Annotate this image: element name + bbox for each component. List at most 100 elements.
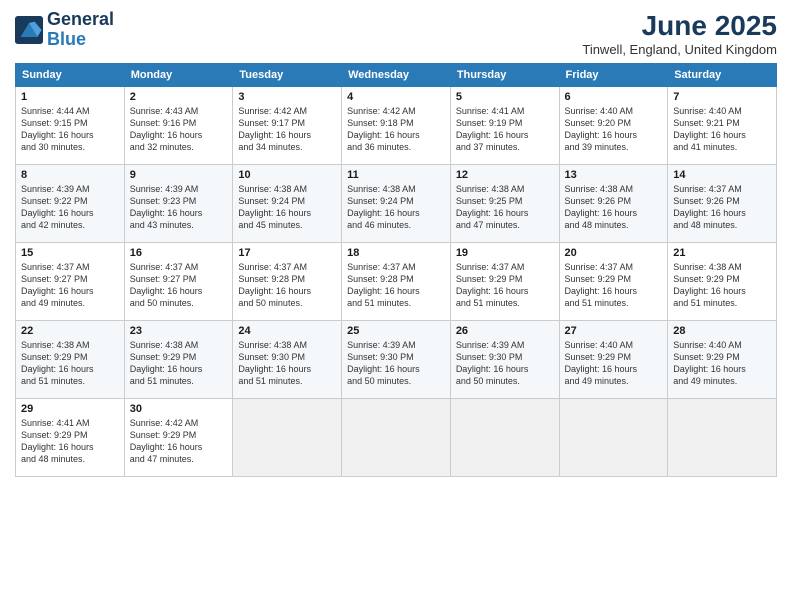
day-number: 3 <box>238 91 336 103</box>
calendar-cell: 15Sunrise: 4:37 AM Sunset: 9:27 PM Dayli… <box>16 243 125 321</box>
day-info: Sunrise: 4:38 AM Sunset: 9:26 PM Dayligh… <box>565 183 663 232</box>
calendar-cell: 3 Sunrise: 4:42 AM Sunset: 9:17 PM Daylig… <box>233 87 342 165</box>
week-row-3: 15Sunrise: 4:37 AM Sunset: 9:27 PM Dayli… <box>16 243 777 321</box>
day-info: Sunrise: 4:40 AM Sunset: 9:29 PM Dayligh… <box>565 339 663 388</box>
calendar-cell: 24 Sunrise: 4:38 AM Sunset: 9:30 PM Dayli… <box>233 321 342 399</box>
day-number: 10 <box>238 169 336 181</box>
calendar-cell: 21 Sunrise: 4:38 AM Sunset: 9:29 PM Dayli… <box>668 243 777 321</box>
calendar-cell: 10 Sunrise: 4:38 AM Sunset: 9:24 PM Dayli… <box>233 165 342 243</box>
day-info: Sunrise: 4:40 AM Sunset: 9:29 PM Dayligh… <box>673 339 771 388</box>
day-number: 26 <box>456 325 554 337</box>
calendar-cell: 6Sunrise: 4:40 AM Sunset: 9:20 PM Daylig… <box>559 87 668 165</box>
calendar-cell <box>342 399 451 477</box>
day-number: 19 <box>456 247 554 259</box>
calendar-cell: 16 Sunrise: 4:37 AM Sunset: 9:27 PM Dayli… <box>124 243 233 321</box>
logo-text: General Blue <box>47 10 114 50</box>
calendar-cell <box>233 399 342 477</box>
day-number: 28 <box>673 325 771 337</box>
weekday-header-monday: Monday <box>124 64 233 87</box>
day-info: Sunrise: 4:38 AM Sunset: 9:29 PM Dayligh… <box>21 339 119 388</box>
day-number: 5 <box>456 91 554 103</box>
day-info: Sunrise: 4:39 AM Sunset: 9:22 PM Dayligh… <box>21 183 119 232</box>
calendar-cell: 17Sunrise: 4:37 AM Sunset: 9:28 PM Dayli… <box>233 243 342 321</box>
calendar-cell: 19Sunrise: 4:37 AM Sunset: 9:29 PM Dayli… <box>450 243 559 321</box>
calendar-cell: 26 Sunrise: 4:39 AM Sunset: 9:30 PM Dayli… <box>450 321 559 399</box>
day-number: 30 <box>130 403 228 415</box>
day-info: Sunrise: 4:42 AM Sunset: 9:18 PM Dayligh… <box>347 105 445 154</box>
day-number: 25 <box>347 325 445 337</box>
day-info: Sunrise: 4:38 AM Sunset: 9:29 PM Dayligh… <box>130 339 228 388</box>
day-info: Sunrise: 4:42 AM Sunset: 9:17 PM Dayligh… <box>238 105 336 154</box>
week-row-4: 22 Sunrise: 4:38 AM Sunset: 9:29 PM Dayli… <box>16 321 777 399</box>
calendar-cell: 20Sunrise: 4:37 AM Sunset: 9:29 PM Dayli… <box>559 243 668 321</box>
weekday-header-wednesday: Wednesday <box>342 64 451 87</box>
calendar-cell: 13 Sunrise: 4:38 AM Sunset: 9:26 PM Dayli… <box>559 165 668 243</box>
location: Tinwell, England, United Kingdom <box>582 42 777 57</box>
calendar-cell: 14Sunrise: 4:37 AM Sunset: 9:26 PM Dayli… <box>668 165 777 243</box>
day-info: Sunrise: 4:38 AM Sunset: 9:24 PM Dayligh… <box>347 183 445 232</box>
day-info: Sunrise: 4:41 AM Sunset: 9:19 PM Dayligh… <box>456 105 554 154</box>
calendar-cell: 30 Sunrise: 4:42 AM Sunset: 9:29 PM Dayli… <box>124 399 233 477</box>
day-info: Sunrise: 4:38 AM Sunset: 9:30 PM Dayligh… <box>238 339 336 388</box>
week-row-1: 1 Sunrise: 4:44 AM Sunset: 9:15 PM Daylig… <box>16 87 777 165</box>
calendar-cell: 1 Sunrise: 4:44 AM Sunset: 9:15 PM Daylig… <box>16 87 125 165</box>
day-number: 21 <box>673 247 771 259</box>
day-info: Sunrise: 4:37 AM Sunset: 9:29 PM Dayligh… <box>565 261 663 310</box>
calendar-cell: 11 Sunrise: 4:38 AM Sunset: 9:24 PM Dayli… <box>342 165 451 243</box>
calendar-cell: 22 Sunrise: 4:38 AM Sunset: 9:29 PM Dayli… <box>16 321 125 399</box>
weekday-header-thursday: Thursday <box>450 64 559 87</box>
day-number: 22 <box>21 325 119 337</box>
day-info: Sunrise: 4:42 AM Sunset: 9:29 PM Dayligh… <box>130 417 228 466</box>
calendar-cell: 29Sunrise: 4:41 AM Sunset: 9:29 PM Dayli… <box>16 399 125 477</box>
day-number: 4 <box>347 91 445 103</box>
day-info: Sunrise: 4:40 AM Sunset: 9:20 PM Dayligh… <box>565 105 663 154</box>
day-info: Sunrise: 4:39 AM Sunset: 9:30 PM Dayligh… <box>456 339 554 388</box>
weekday-header-friday: Friday <box>559 64 668 87</box>
calendar-cell: 28 Sunrise: 4:40 AM Sunset: 9:29 PM Dayli… <box>668 321 777 399</box>
day-number: 17 <box>238 247 336 259</box>
calendar-cell: 5 Sunrise: 4:41 AM Sunset: 9:19 PM Daylig… <box>450 87 559 165</box>
logo-icon <box>15 16 43 44</box>
day-number: 13 <box>565 169 663 181</box>
day-number: 16 <box>130 247 228 259</box>
calendar-cell: 23 Sunrise: 4:38 AM Sunset: 9:29 PM Dayli… <box>124 321 233 399</box>
day-number: 11 <box>347 169 445 181</box>
calendar-cell <box>559 399 668 477</box>
day-number: 7 <box>673 91 771 103</box>
day-info: Sunrise: 4:44 AM Sunset: 9:15 PM Dayligh… <box>21 105 119 154</box>
day-info: Sunrise: 4:37 AM Sunset: 9:27 PM Dayligh… <box>130 261 228 310</box>
day-number: 14 <box>673 169 771 181</box>
calendar-cell <box>450 399 559 477</box>
day-number: 1 <box>21 91 119 103</box>
calendar-cell: 7 Sunrise: 4:40 AM Sunset: 9:21 PM Daylig… <box>668 87 777 165</box>
day-number: 18 <box>347 247 445 259</box>
day-info: Sunrise: 4:37 AM Sunset: 9:27 PM Dayligh… <box>21 261 119 310</box>
day-number: 2 <box>130 91 228 103</box>
week-row-5: 29Sunrise: 4:41 AM Sunset: 9:29 PM Dayli… <box>16 399 777 477</box>
month-title: June 2025 <box>582 10 777 42</box>
day-info: Sunrise: 4:39 AM Sunset: 9:23 PM Dayligh… <box>130 183 228 232</box>
title-block: June 2025 Tinwell, England, United Kingd… <box>582 10 777 57</box>
weekday-header-sunday: Sunday <box>16 64 125 87</box>
calendar-cell: 8 Sunrise: 4:39 AM Sunset: 9:22 PM Daylig… <box>16 165 125 243</box>
day-number: 24 <box>238 325 336 337</box>
day-number: 9 <box>130 169 228 181</box>
calendar-cell: 25 Sunrise: 4:39 AM Sunset: 9:30 PM Dayli… <box>342 321 451 399</box>
weekday-header-tuesday: Tuesday <box>233 64 342 87</box>
day-info: Sunrise: 4:38 AM Sunset: 9:29 PM Dayligh… <box>673 261 771 310</box>
calendar-cell: 4 Sunrise: 4:42 AM Sunset: 9:18 PM Daylig… <box>342 87 451 165</box>
calendar-cell <box>668 399 777 477</box>
calendar-cell: 9 Sunrise: 4:39 AM Sunset: 9:23 PM Daylig… <box>124 165 233 243</box>
calendar: SundayMondayTuesdayWednesdayThursdayFrid… <box>15 63 777 477</box>
day-info: Sunrise: 4:40 AM Sunset: 9:21 PM Dayligh… <box>673 105 771 154</box>
logo: General Blue <box>15 10 114 50</box>
day-number: 8 <box>21 169 119 181</box>
day-info: Sunrise: 4:43 AM Sunset: 9:16 PM Dayligh… <box>130 105 228 154</box>
day-number: 23 <box>130 325 228 337</box>
day-info: Sunrise: 4:41 AM Sunset: 9:29 PM Dayligh… <box>21 417 119 466</box>
day-info: Sunrise: 4:38 AM Sunset: 9:24 PM Dayligh… <box>238 183 336 232</box>
day-info: Sunrise: 4:39 AM Sunset: 9:30 PM Dayligh… <box>347 339 445 388</box>
calendar-cell: 27 Sunrise: 4:40 AM Sunset: 9:29 PM Dayli… <box>559 321 668 399</box>
day-number: 27 <box>565 325 663 337</box>
day-number: 12 <box>456 169 554 181</box>
